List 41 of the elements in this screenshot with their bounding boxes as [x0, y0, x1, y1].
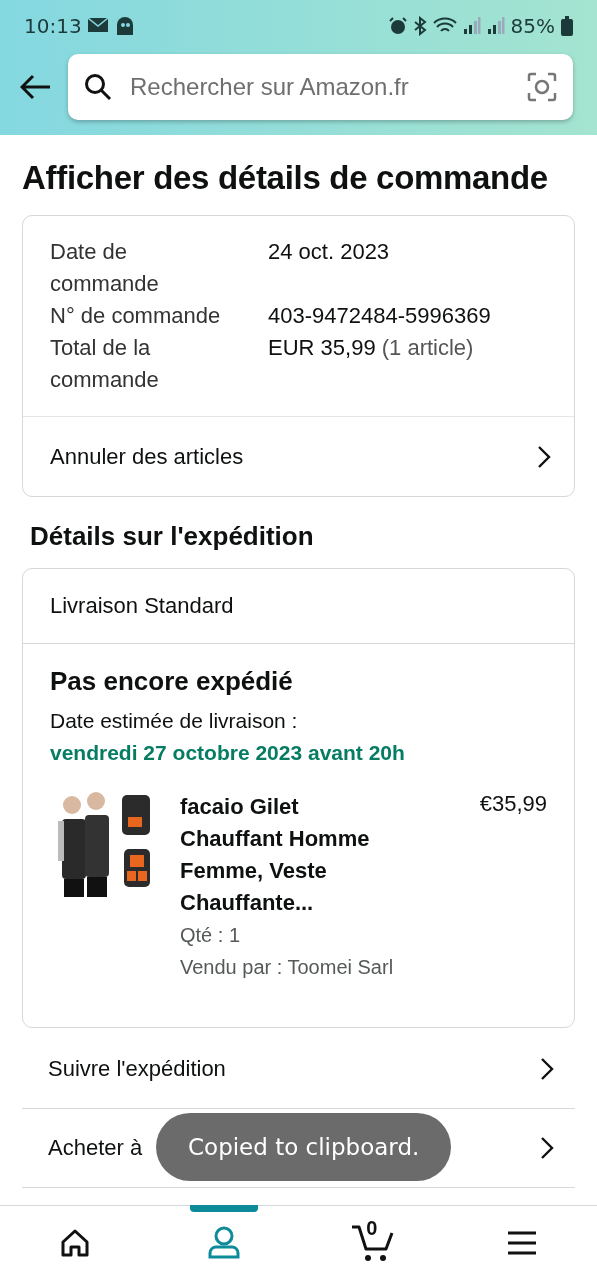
- search-field[interactable]: Rechercher sur Amazon.fr: [68, 54, 573, 120]
- signal-icon: [486, 17, 505, 35]
- delivery-date: vendredi 27 octobre 2023 avant 20h: [50, 740, 406, 766]
- person-icon: [206, 1226, 241, 1260]
- home-icon: [59, 1228, 90, 1258]
- summary-label: N° de commande: [50, 302, 222, 330]
- summary-label: Total de la commande: [50, 334, 160, 394]
- mail-icon: [87, 18, 110, 34]
- chevron-right-icon: [536, 443, 552, 470]
- cart-count: 0: [366, 1217, 378, 1240]
- summary-value: 403-9472484-5996369: [268, 303, 491, 328]
- bluetooth-icon: [412, 16, 427, 36]
- status-time: 10:13: [24, 14, 82, 38]
- summary-value: 24 oct. 2023: [268, 239, 390, 264]
- product-title[interactable]: facaio Gilet Chauffant Homme Femme, Veste Chauffante...: [180, 791, 390, 919]
- active-tab-indicator: [189, 1205, 258, 1212]
- shipment-status: Pas encore expédié: [50, 666, 294, 697]
- shipping-method: Livraison Standard: [23, 569, 574, 644]
- page-title: Afficher des détails de commande: [22, 159, 549, 197]
- summary-label: Date de commande: [50, 238, 160, 298]
- nav-tab[interactable]: 0: [333, 1206, 414, 1280]
- battery-percent: 85%: [510, 14, 555, 38]
- delivery-label: Date estimée de livraison :: [50, 708, 299, 734]
- alarm-icon: [388, 17, 407, 35]
- product-seller: Vendu par : Toomei Sarl: [180, 955, 395, 980]
- chevron-right-icon: [539, 1056, 555, 1082]
- cancel-items-link[interactable]: Annuler des articles: [23, 416, 574, 496]
- action-link[interactable]: Suivre l'expédition: [22, 1030, 575, 1109]
- product-quantity: Qté : 1: [180, 923, 242, 948]
- product-price: €35,99: [479, 791, 547, 818]
- section-heading: Détails sur l'expédition: [30, 521, 315, 552]
- summary-value: EUR 35,99: [268, 335, 376, 360]
- chevron-right-icon: [539, 1135, 555, 1161]
- search-icon: [84, 73, 112, 101]
- signal-icon: [462, 17, 481, 35]
- clipboard-toast: Copied to clipboard.: [156, 1113, 452, 1181]
- camera-icon[interactable]: [527, 72, 557, 102]
- ghost-icon: [115, 16, 134, 36]
- battery-icon: [561, 16, 573, 36]
- summary-note: (1 article): [381, 335, 474, 360]
- menu-icon: [507, 1231, 538, 1255]
